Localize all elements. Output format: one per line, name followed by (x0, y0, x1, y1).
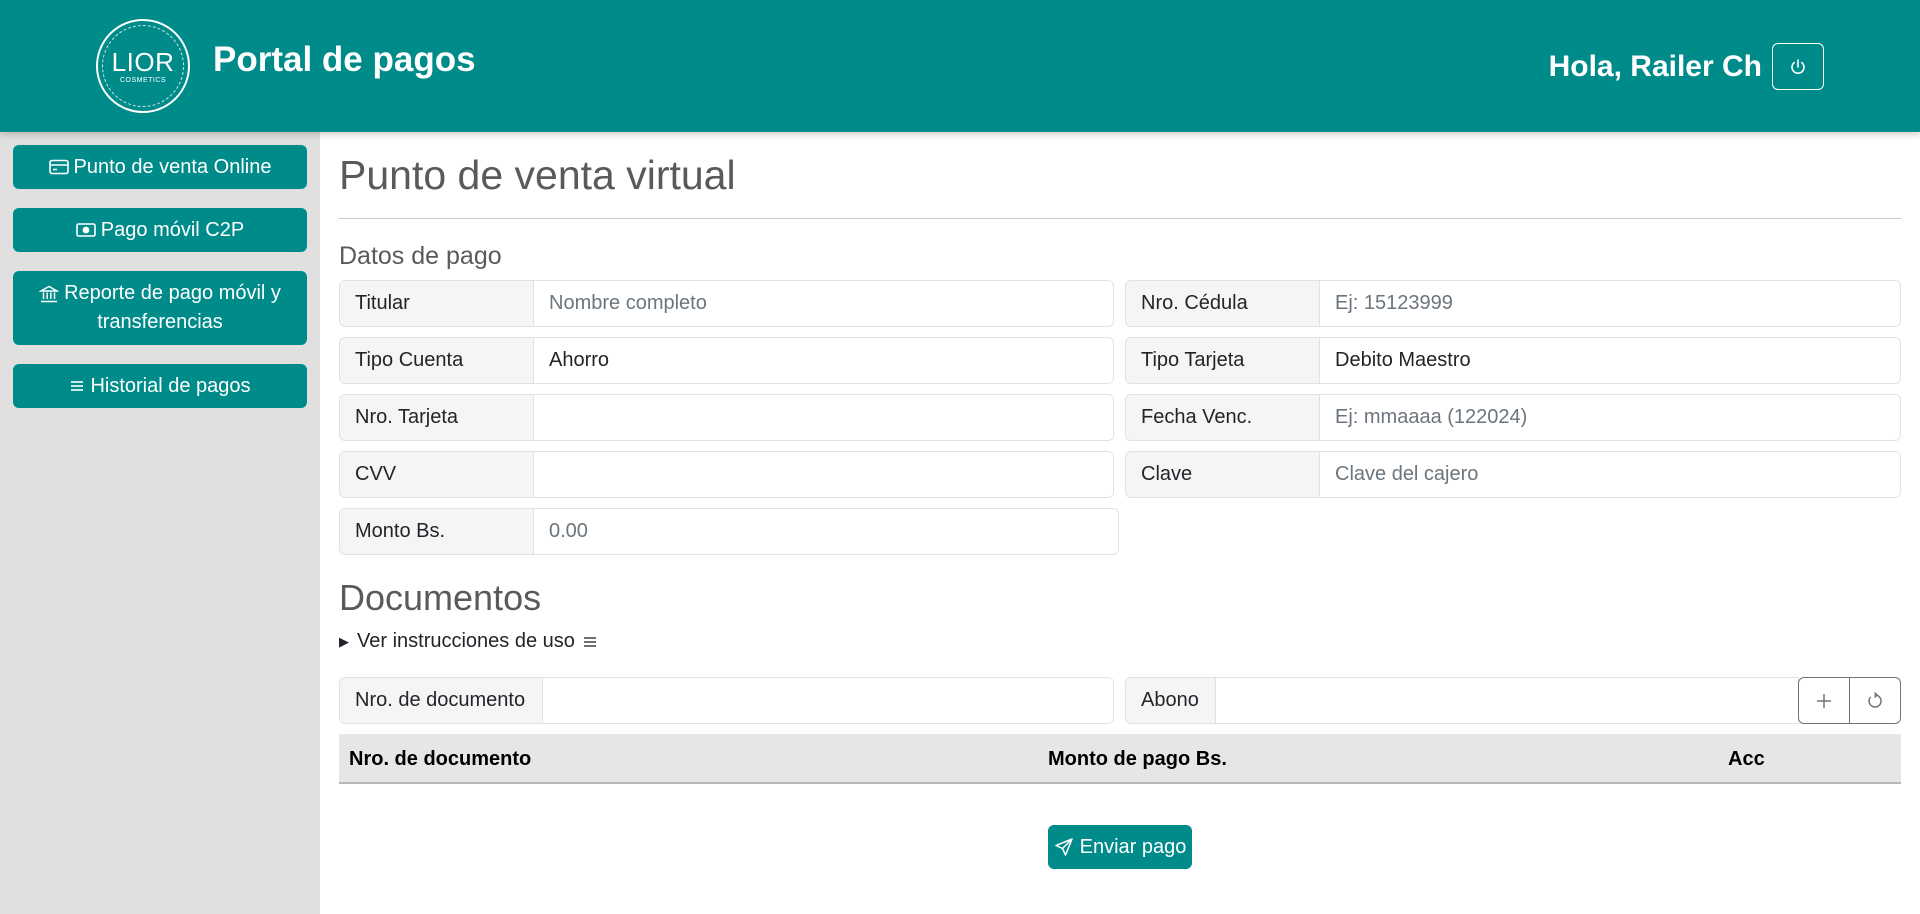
clave-group: Clave (1125, 451, 1901, 498)
cash-icon (75, 222, 96, 238)
doc-number-input[interactable] (543, 678, 1113, 723)
cvv-group: CVV (339, 451, 1114, 498)
nro-tarjeta-label: Nro. Tarjeta (340, 395, 534, 440)
nro-tarjeta-group: Nro. Tarjeta (339, 394, 1114, 441)
abono-group: Abono (1125, 677, 1799, 724)
reset-icon (1866, 691, 1884, 710)
app-title: Portal de pagos (213, 40, 476, 79)
cedula-group: Nro. Cédula (1125, 280, 1901, 327)
list-icon (583, 635, 597, 649)
sidebar-item-punto-venta[interactable]: Punto de venta Online (13, 145, 307, 189)
fecha-venc-label: Fecha Venc. (1126, 395, 1320, 440)
tipo-tarjeta-group: Tipo Tarjeta (1125, 337, 1901, 384)
titular-group: Titular (339, 280, 1114, 327)
doc-number-group: Nro. de documento (339, 677, 1114, 724)
titular-label: Titular (340, 281, 534, 326)
sidebar: Punto de venta Online Pago móvil C2P Rep… (0, 132, 320, 914)
add-document-button[interactable] (1798, 677, 1850, 724)
logo-subtext: COSMETICS (119, 76, 167, 84)
clave-input[interactable] (1320, 452, 1900, 497)
logout-button[interactable] (1772, 43, 1824, 90)
column-header-amount: Monto de pago Bs. (1048, 748, 1227, 770)
instructions-toggle[interactable]: ▶ Ver instrucciones de uso (339, 630, 597, 653)
triangle-right-icon: ▶ (339, 633, 349, 649)
monto-group: Monto Bs. (339, 508, 1119, 555)
section-title-datos-pago: Datos de pago (339, 242, 502, 270)
documents-table-header: Nro. de documento Monto de pago Bs. Acc (339, 734, 1901, 784)
card-icon (48, 159, 69, 175)
cedula-input[interactable] (1320, 281, 1900, 326)
logo-text: LIOR (111, 46, 175, 77)
fecha-venc-input[interactable] (1320, 395, 1900, 440)
clave-label: Clave (1126, 452, 1320, 497)
divider (339, 218, 1901, 219)
tipo-tarjeta-select[interactable] (1320, 338, 1900, 383)
tipo-cuenta-label: Tipo Cuenta (340, 338, 534, 383)
user-greeting: Hola, Railer Ch (1548, 50, 1762, 83)
nro-tarjeta-input[interactable] (534, 395, 1113, 440)
fecha-venc-group: Fecha Venc. (1125, 394, 1901, 441)
doc-number-label: Nro. de documento (340, 678, 543, 723)
abono-input[interactable] (1216, 678, 1798, 723)
tipo-cuenta-group: Tipo Cuenta (339, 337, 1114, 384)
tipo-cuenta-select[interactable] (534, 338, 1113, 383)
sidebar-item-reporte-pago[interactable]: Reporte de pago móvil y transferencias (13, 271, 307, 345)
abono-label: Abono (1126, 678, 1216, 723)
sidebar-item-pago-movil[interactable]: Pago móvil C2P (13, 208, 307, 252)
power-icon (1788, 57, 1808, 77)
monto-label: Monto Bs. (340, 509, 534, 554)
column-header-actions: Acc (1728, 748, 1765, 770)
sidebar-item-label: Punto de venta Online (73, 155, 272, 178)
monto-input[interactable] (534, 509, 1118, 554)
documents-title: Documentos (339, 577, 542, 618)
reset-document-button[interactable] (1849, 677, 1901, 724)
column-header-doc-number: Nro. de documento (349, 748, 532, 770)
plus-icon (1815, 692, 1833, 710)
bank-icon (39, 284, 60, 304)
send-payment-button[interactable]: Enviar pago (1048, 825, 1192, 869)
sidebar-item-historial[interactable]: Historial de pagos (13, 364, 307, 408)
brand-logo: LIOR COSMETICS (96, 19, 190, 113)
cedula-label: Nro. Cédula (1126, 281, 1320, 326)
cvv-label: CVV (340, 452, 534, 497)
cvv-input[interactable] (534, 452, 1113, 497)
sidebar-item-label: Pago móvil C2P (100, 218, 245, 241)
send-icon (1054, 837, 1074, 857)
send-payment-label: Enviar pago (1079, 835, 1187, 858)
list-icon (69, 378, 85, 394)
tipo-tarjeta-label: Tipo Tarjeta (1126, 338, 1320, 383)
sidebar-item-label: Reporte de pago móvil y transferencias (64, 282, 281, 333)
sidebar-item-label: Historial de pagos (90, 374, 251, 397)
page-title: Punto de venta virtual (339, 152, 736, 198)
instructions-label: Ver instrucciones de uso (357, 630, 575, 652)
app-header: LIOR COSMETICS Portal de pagos Hola, Rai… (0, 0, 1920, 132)
titular-input[interactable] (534, 281, 1113, 326)
